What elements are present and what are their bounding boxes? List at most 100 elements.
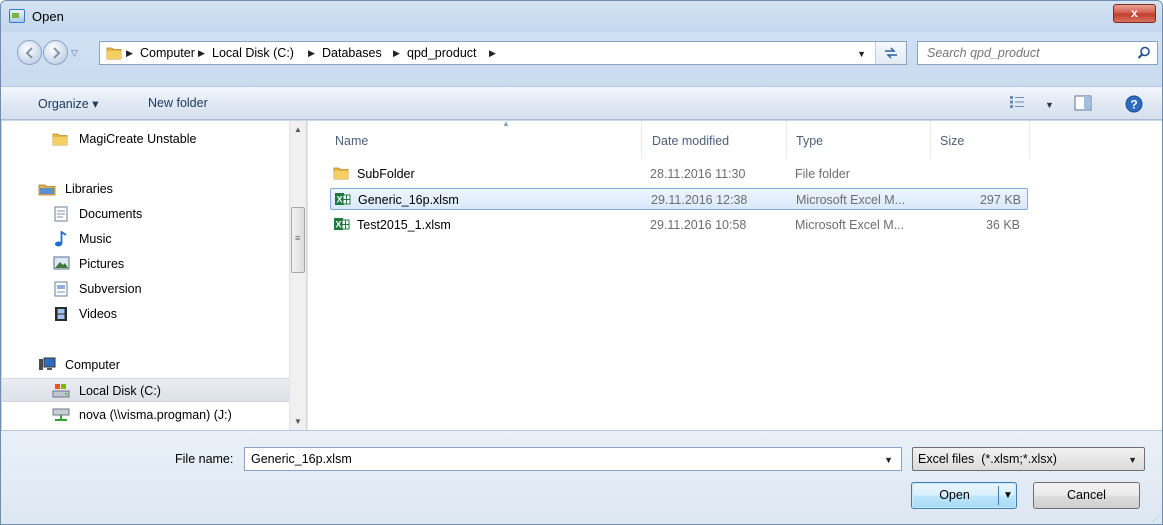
breadcrumb-databases[interactable]: Databases bbox=[322, 46, 382, 60]
nav-item-videos[interactable]: Videos bbox=[2, 302, 289, 326]
forward-arrow-icon bbox=[53, 47, 61, 59]
nav-item-network-drive[interactable]: nova (\\visma.progman) (J:) bbox=[2, 403, 289, 427]
recent-pages-dropdown-icon[interactable]: ▽ bbox=[71, 48, 81, 58]
resize-grip-icon[interactable]: ⋰ bbox=[1152, 514, 1160, 523]
nav-item-label: Subversion bbox=[79, 282, 142, 296]
help-icon[interactable]: ? bbox=[1125, 95, 1143, 113]
cancel-button[interactable]: Cancel bbox=[1033, 482, 1140, 509]
column-divider[interactable] bbox=[930, 121, 931, 159]
nav-item-magicreate-unstable[interactable]: MagiCreate Unstable bbox=[2, 127, 289, 151]
search-input[interactable] bbox=[918, 42, 1123, 64]
scroll-up-arrow-icon[interactable]: ▲ bbox=[290, 121, 306, 138]
excel-file-icon: X bbox=[334, 218, 350, 230]
new-folder-button[interactable]: New folder bbox=[148, 96, 208, 110]
refresh-button[interactable] bbox=[875, 42, 906, 64]
column-header-type[interactable]: Type bbox=[796, 121, 926, 159]
breadcrumb-computer[interactable]: Computer bbox=[140, 46, 195, 60]
column-header-name[interactable]: Name ▲ bbox=[335, 119, 641, 159]
music-icon bbox=[55, 231, 67, 247]
address-bar[interactable]: ▶ Computer ▶ Local Disk (C:) ▶ Databases… bbox=[99, 41, 907, 65]
search-icon[interactable] bbox=[1137, 46, 1151, 60]
open-options-dropdown-icon[interactable]: ▼ bbox=[1003, 483, 1013, 508]
back-arrow-icon bbox=[25, 47, 33, 59]
svg-text:X: X bbox=[336, 195, 342, 205]
breadcrumb-local-disk[interactable]: Local Disk (C:) bbox=[212, 46, 294, 60]
column-divider[interactable] bbox=[1029, 121, 1030, 159]
open-button[interactable]: Open ▼ bbox=[911, 482, 1017, 509]
nav-item-label: Computer bbox=[65, 358, 120, 372]
crumb-separator-icon[interactable]: ▶ bbox=[308, 48, 315, 59]
column-divider[interactable] bbox=[786, 121, 787, 159]
nav-item-label: Videos bbox=[79, 307, 117, 321]
nav-item-label: Pictures bbox=[79, 257, 125, 271]
videos-icon bbox=[55, 307, 67, 321]
refresh-icon bbox=[885, 47, 897, 59]
folder-icon bbox=[52, 133, 68, 146]
file-row[interactable]: X Generic_16p.xlsm 29.11.2016 12:38 Micr… bbox=[330, 188, 1028, 210]
file-size-cell: 36 KB bbox=[985, 218, 1020, 232]
title-bar[interactable]: Open x bbox=[1, 1, 1162, 32]
file-name-combobox[interactable]: ▼ bbox=[244, 447, 902, 471]
crumb-separator-icon[interactable]: ▶ bbox=[393, 48, 400, 59]
subversion-icon bbox=[54, 281, 68, 297]
nav-item-label: Local Disk (C:) bbox=[79, 384, 161, 398]
preview-pane-icon[interactable] bbox=[1074, 95, 1092, 111]
computer-icon bbox=[39, 357, 56, 370]
libraries-icon bbox=[38, 184, 56, 196]
nav-item-label: MagiCreate Unstable bbox=[79, 132, 197, 146]
crumb-separator-icon[interactable]: ▶ bbox=[489, 48, 496, 59]
nav-scrollbar[interactable]: ▲ ▼ bbox=[289, 121, 306, 430]
nav-item-local-disk[interactable]: Local Disk (C:) bbox=[2, 378, 289, 402]
organize-button[interactable]: Organize ▾ bbox=[38, 96, 98, 111]
command-bar: Organize ▾ New folder ▼ ? bbox=[1, 86, 1162, 120]
network-drive-icon bbox=[52, 408, 70, 421]
open-button-label: Open bbox=[939, 488, 970, 502]
folder-icon bbox=[106, 47, 122, 60]
crumb-separator-icon[interactable]: ▶ bbox=[126, 48, 133, 59]
file-row[interactable]: SubFolder 28.11.2016 11:30 File folder bbox=[330, 163, 1028, 185]
local-disk-icon bbox=[52, 384, 70, 398]
nav-item-label: Music bbox=[79, 232, 112, 246]
excel-file-icon: X bbox=[335, 193, 351, 205]
window-title: Open bbox=[32, 9, 64, 24]
file-row[interactable]: X Test2015_1.xlsm 29.11.2016 10:58 Micro… bbox=[330, 214, 1028, 236]
column-divider[interactable] bbox=[641, 121, 642, 159]
column-header-date-modified[interactable]: Date modified bbox=[652, 121, 782, 159]
file-type-cell: Microsoft Excel M... bbox=[796, 193, 906, 207]
back-button[interactable] bbox=[17, 40, 42, 65]
change-view-icon[interactable] bbox=[1009, 95, 1025, 109]
view-options-dropdown-icon[interactable]: ▼ bbox=[1045, 100, 1054, 110]
nav-item-computer[interactable]: Computer bbox=[2, 353, 289, 377]
pictures-icon bbox=[53, 256, 70, 270]
crumb-separator-icon[interactable]: ▶ bbox=[198, 48, 205, 59]
file-date-cell: 29.11.2016 10:58 bbox=[650, 218, 747, 232]
nav-item-label: Libraries bbox=[65, 182, 113, 196]
file-type-cell: Microsoft Excel M... bbox=[795, 218, 905, 232]
address-history-dropdown-icon[interactable]: ▼ bbox=[857, 49, 866, 59]
scroll-thumb[interactable] bbox=[291, 207, 305, 273]
nav-item-pictures[interactable]: Pictures bbox=[2, 252, 289, 276]
file-type-dropdown-icon[interactable]: ▼ bbox=[1128, 455, 1137, 465]
documents-icon bbox=[54, 206, 68, 222]
search-box[interactable] bbox=[917, 41, 1158, 65]
svg-text:X: X bbox=[335, 220, 341, 230]
nav-item-label: nova (\\visma.progman) (J:) bbox=[79, 408, 232, 422]
address-row: ▽ ▶ Computer ▶ Local Disk (C:) ▶ Databas… bbox=[1, 32, 1162, 86]
navigation-pane: MagiCreate Unstable Libraries Documents … bbox=[2, 121, 305, 430]
file-name-input[interactable] bbox=[245, 448, 865, 470]
scroll-down-arrow-icon[interactable]: ▼ bbox=[290, 413, 306, 430]
file-list: Name ▲ Date modified Type Size SubFolder… bbox=[307, 119, 1162, 430]
file-type-select[interactable]: Excel files (*.xlsm;*.xlsx) ▼ bbox=[912, 447, 1145, 471]
nav-item-music[interactable]: Music bbox=[2, 227, 289, 251]
nav-item-subversion[interactable]: Subversion bbox=[2, 277, 289, 301]
close-button[interactable]: x bbox=[1113, 4, 1156, 23]
forward-button[interactable] bbox=[43, 40, 68, 65]
nav-item-libraries[interactable]: Libraries bbox=[2, 177, 289, 201]
file-name-dropdown-icon[interactable]: ▼ bbox=[884, 455, 893, 465]
nav-item-documents[interactable]: Documents bbox=[2, 202, 289, 226]
breadcrumb-qpd-product[interactable]: qpd_product bbox=[407, 46, 477, 60]
dialog-icon bbox=[9, 9, 25, 23]
column-header-size[interactable]: Size bbox=[940, 121, 1028, 159]
file-date-cell: 28.11.2016 11:30 bbox=[650, 167, 746, 181]
file-name-label: File name: bbox=[175, 452, 234, 466]
